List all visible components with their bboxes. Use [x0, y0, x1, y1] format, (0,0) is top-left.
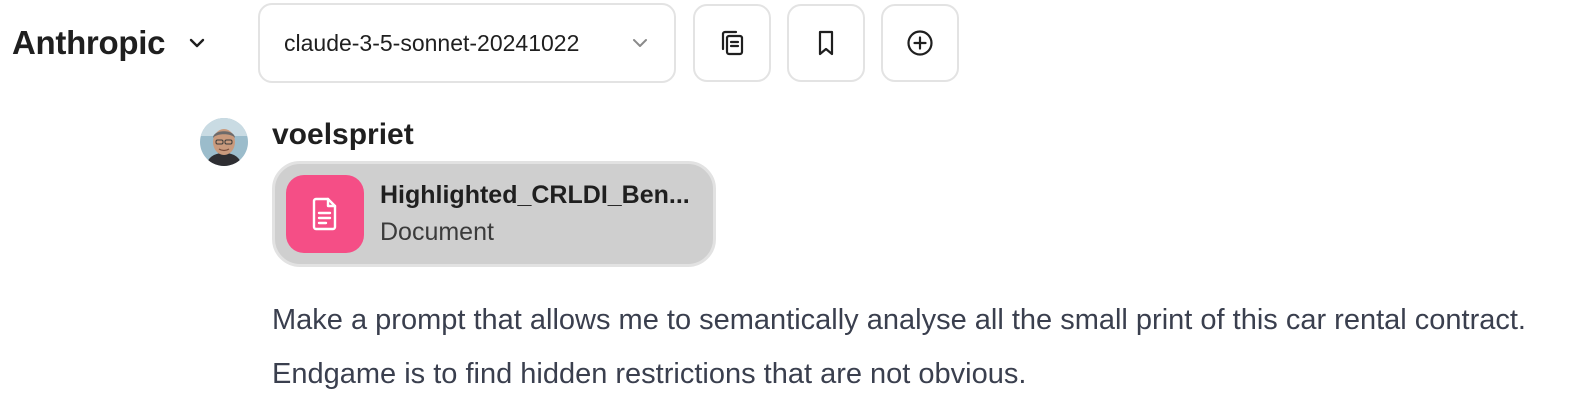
file-icon-tile: [286, 175, 364, 253]
attachment-type: Document: [380, 218, 494, 246]
document-icon: [312, 197, 337, 231]
attachment-name: Highlighted_CRLDI_Ben...: [380, 181, 690, 209]
bookmark-button[interactable]: [787, 4, 865, 82]
provider-selector[interactable]: Anthropic: [12, 18, 209, 68]
chat-page: Anthropic claude-3-5-sonnet-20241022 voe…: [0, 0, 1594, 420]
add-button[interactable]: [881, 4, 959, 82]
attachment-meta: Highlighted_CRLDI_Ben... Document: [380, 181, 690, 247]
plus-circle-icon: [907, 30, 933, 56]
chevron-down-icon: [189, 38, 205, 48]
copy-icon: [721, 30, 744, 56]
model-select-value: claude-3-5-sonnet-20241022: [284, 29, 580, 56]
attachment-card[interactable]: Highlighted_CRLDI_Ben... Document: [272, 161, 716, 267]
bookmark-icon: [818, 30, 834, 56]
chevron-down-icon: [633, 39, 647, 47]
avatar: [200, 118, 248, 166]
message-author: voelspriet: [272, 118, 414, 151]
user-avatar-image: [200, 118, 248, 166]
copy-button[interactable]: [693, 4, 771, 82]
model-select[interactable]: claude-3-5-sonnet-20241022: [258, 3, 676, 83]
provider-name: Anthropic: [12, 24, 166, 61]
message-text: Make a prompt that allows me to semantic…: [272, 304, 1526, 390]
